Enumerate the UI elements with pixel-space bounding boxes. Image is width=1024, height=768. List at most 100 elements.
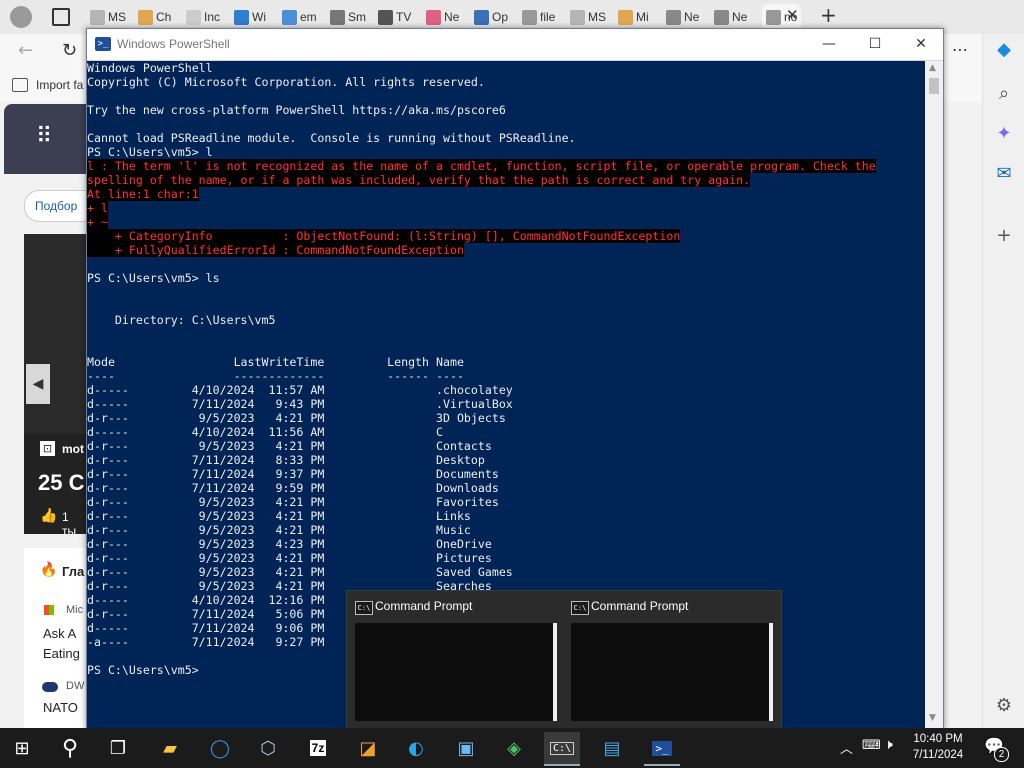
tab-favicon-icon: [378, 9, 393, 25]
tab-label: Inc: [204, 10, 221, 24]
more-menu-icon[interactable]: ⋯: [952, 40, 968, 59]
system-clock[interactable]: 10:40 PM 7/11/2024: [898, 731, 978, 763]
console-line-text: d----- 4/10/2024 11:56 AM C: [87, 425, 443, 439]
clock-time: 10:40 PM: [913, 733, 963, 745]
console-line: d----- 4/10/2024 11:57 AM .chocolatey: [87, 383, 925, 397]
volume-icon[interactable]: 🕨: [884, 737, 893, 753]
browser-tab[interactable]: MS: [90, 4, 126, 30]
console-line-text: Copyright (C) Microsoft Corporation. All…: [87, 75, 485, 89]
news-card-image[interactable]: [24, 234, 86, 434]
browser-tab[interactable]: Ne: [426, 4, 459, 30]
maximize-button[interactable]: ☐: [855, 33, 895, 55]
show-hidden-icons[interactable]: ︿: [840, 738, 853, 757]
close-tab-icon[interactable]: ✕: [786, 6, 799, 24]
console-line: d-r--- 9/5/2023 4:21 PM Pictures: [87, 551, 925, 565]
news-line-2[interactable]: Eating: [43, 646, 80, 661]
console-line-text: PS C:\Users\vm5> ls: [87, 271, 220, 285]
search-icon[interactable]: ⚲: [52, 732, 88, 764]
scroll-up-icon[interactable]: ▲: [929, 63, 936, 73]
console-line: PS C:\Users\vm5> ls: [87, 271, 925, 285]
window-title: Windows PowerShell: [117, 37, 230, 51]
scroll-thumb[interactable]: [929, 78, 939, 94]
browser-tab[interactable]: Inc: [186, 4, 220, 30]
start-icon[interactable]: ⊞: [4, 732, 40, 764]
browser-tab[interactable]: Wi: [234, 4, 266, 30]
console-line: d-r--- 9/5/2023 4:21 PM 3D Objects: [87, 411, 925, 425]
import-favorites-link[interactable]: Import fa: [36, 78, 83, 92]
console-error-line: + CategoryInfo : ObjectNotFound: (l:Stri…: [87, 229, 925, 243]
thumbnail-command-prompt-1[interactable]: C:\ Command Prompt: [347, 591, 561, 729]
7zip-icon[interactable]: 7z: [300, 732, 336, 764]
network-icon[interactable]: ⌨: [862, 738, 881, 753]
news-line-1[interactable]: Ask A: [43, 626, 76, 641]
browser-tab[interactable]: em: [282, 4, 317, 30]
console-line-text: d-r--- 9/5/2023 4:21 PM Favorites: [87, 495, 499, 509]
browser-tab[interactable]: Ch: [138, 4, 171, 30]
scroll-down-icon[interactable]: ▼: [929, 713, 936, 723]
virtualbox-icon[interactable]: ⬡: [250, 732, 286, 764]
console-line-text: d-r--- 9/5/2023 4:23 PM OneDrive: [87, 537, 492, 551]
browser-tab[interactable]: MS: [570, 4, 606, 30]
search-button[interactable]: Подбор: [24, 190, 88, 222]
apps-grid-icon[interactable]: ⠿: [36, 126, 52, 148]
command-prompt-icon[interactable]: C:\: [544, 732, 580, 766]
remote-desktop-icon[interactable]: ▤: [594, 732, 630, 764]
task-view-icon[interactable]: ❐: [100, 732, 136, 764]
console-line-text: PS C:\Users\vm5>: [87, 663, 199, 677]
powershell-titlebar[interactable]: >_ Windows PowerShell — ☐ ✕: [87, 29, 943, 61]
console-line-text: At line:1 char:1: [87, 187, 199, 201]
refresh-icon[interactable]: ↻: [62, 40, 77, 61]
console-line: d-r--- 9/5/2023 4:23 PM OneDrive: [87, 537, 925, 551]
browser-tab[interactable]: TV: [378, 4, 411, 30]
outlook-icon[interactable]: ✉: [993, 162, 1015, 184]
new-tab-button[interactable]: +: [820, 3, 837, 27]
app-orange-icon[interactable]: ◪: [350, 732, 386, 764]
back-icon[interactable]: ←: [18, 40, 33, 61]
taskbar-thumbnail-preview: C:\ Command Prompt C:\ Command Prompt: [346, 590, 782, 730]
browser-tab[interactable]: Ne: [714, 4, 747, 30]
console-line-text: Cannot load PSReadline module. Console i…: [87, 131, 576, 145]
copilot-icon[interactable]: ◆: [993, 38, 1015, 60]
minimize-button[interactable]: —: [809, 33, 849, 55]
tab-label: Op: [492, 10, 509, 24]
browser-tab[interactable]: Sm: [330, 4, 366, 30]
settings-icon[interactable]: ⚙: [993, 694, 1015, 716]
dw-logo-icon: [42, 682, 58, 692]
file-explorer-icon[interactable]: ▰: [152, 732, 188, 764]
edge-icon[interactable]: ◐: [398, 732, 434, 764]
tab-label: TV: [396, 10, 412, 24]
profile-avatar[interactable]: [10, 6, 32, 28]
like-icon[interactable]: 👍: [40, 508, 57, 524]
powershell-icon[interactable]: >_: [644, 732, 680, 766]
browser-tab[interactable]: Mi: [618, 4, 649, 30]
console-error-line: At line:1 char:1: [87, 187, 925, 201]
search-icon[interactable]: ⌕: [993, 82, 1015, 104]
console-line: Windows PowerShell: [87, 61, 925, 75]
news-item-1[interactable]: Гла: [62, 564, 84, 579]
console-scrollbar[interactable]: ▲ ▼: [925, 61, 943, 729]
browser-tab[interactable]: file: [522, 4, 555, 30]
add-icon[interactable]: +: [993, 224, 1015, 246]
close-button[interactable]: ✕: [901, 33, 941, 55]
browser-tab[interactable]: Ne: [666, 4, 699, 30]
console-line: d----- 7/11/2024 9:43 PM .VirtualBox: [87, 397, 925, 411]
tab-favicon-icon: [426, 9, 441, 25]
control-panel-icon[interactable]: ▣: [448, 732, 484, 764]
app-network-icon[interactable]: ◈: [496, 732, 532, 764]
carousel-prev-button[interactable]: ◀: [26, 364, 50, 404]
card-headline[interactable]: 25 C: [38, 470, 84, 496]
news-line-3[interactable]: NATO: [43, 700, 78, 715]
app-blue-circle-icon[interactable]: ◯: [202, 732, 238, 764]
console-line-text: -a---- 7/11/2024 9:27 PM: [87, 635, 325, 649]
thumbnail-preview-image: [571, 623, 773, 721]
workspaces-icon[interactable]: [52, 8, 70, 26]
thumbnail-command-prompt-2[interactable]: C:\ Command Prompt: [563, 591, 777, 729]
browser-tab[interactable]: Op: [474, 4, 508, 30]
tools-icon[interactable]: ✦: [993, 122, 1015, 144]
